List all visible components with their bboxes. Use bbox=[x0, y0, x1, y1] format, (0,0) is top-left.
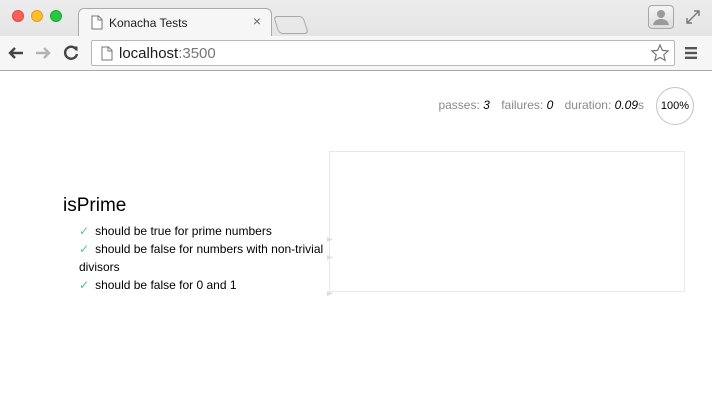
tab-close-icon[interactable]: × bbox=[253, 14, 261, 28]
reload-icon[interactable] bbox=[62, 44, 80, 62]
spec-label: should be true for prime numbers bbox=[95, 224, 272, 238]
new-tab-button[interactable] bbox=[273, 16, 309, 34]
passes-count: 3 bbox=[483, 98, 490, 112]
check-icon: ✓ bbox=[79, 278, 90, 292]
duration-value: 0.09 bbox=[614, 98, 638, 112]
browser-toolbar: localhost:3500 bbox=[0, 36, 712, 70]
spec-item[interactable]: ✓ should be true for prime numbers bbox=[79, 222, 333, 242]
url-port: :3500 bbox=[178, 45, 216, 62]
spec-label: should be false for 0 and 1 bbox=[95, 278, 237, 292]
replay-arrow-icon[interactable] bbox=[327, 247, 333, 260]
test-stats: passes: 3 failures: 0 duration: 0.09s bbox=[0, 98, 644, 112]
replay-arrow-icon[interactable] bbox=[327, 229, 333, 242]
browser-tab[interactable]: Konacha Tests × bbox=[78, 8, 272, 36]
fullscreen-icon[interactable] bbox=[684, 8, 702, 26]
spec-item[interactable]: ✓ should be false for numbers with non-tr… bbox=[79, 240, 333, 276]
forward-arrow-icon[interactable] bbox=[34, 44, 52, 62]
progress-indicator: 100% bbox=[656, 87, 694, 125]
failures-count: 0 bbox=[546, 98, 554, 112]
window-close-button[interactable] bbox=[12, 10, 24, 22]
duration-label: duration: bbox=[564, 98, 612, 112]
browser-chrome: Konacha Tests × localhost:3500 bbox=[0, 0, 712, 71]
page-icon bbox=[91, 15, 103, 35]
spec-list: ✓ should be true for prime numbers ✓ shoul… bbox=[79, 222, 333, 296]
tab-title: Konacha Tests bbox=[109, 16, 188, 30]
person-icon bbox=[653, 10, 669, 25]
replay-arrow-icon[interactable] bbox=[327, 283, 333, 296]
failures-stat[interactable]: failures: 0 bbox=[501, 98, 553, 112]
url-host: localhost bbox=[119, 45, 179, 62]
passes-label: passes: bbox=[438, 98, 480, 112]
url-text[interactable]: localhost:3500 bbox=[119, 45, 216, 62]
address-bar[interactable]: localhost:3500 bbox=[91, 40, 675, 66]
window-maximize-button[interactable] bbox=[50, 10, 62, 22]
bookmark-star-icon[interactable] bbox=[650, 43, 670, 63]
page-icon bbox=[101, 46, 113, 66]
spec-label: should be false for numbers with non-tri… bbox=[79, 242, 324, 274]
check-icon: ✓ bbox=[79, 242, 90, 256]
failures-label: failures: bbox=[501, 98, 544, 112]
back-arrow-icon[interactable] bbox=[7, 44, 25, 62]
check-icon: ✓ bbox=[79, 224, 90, 238]
profile-button[interactable] bbox=[648, 5, 674, 29]
spec-item[interactable]: ✓ should be false for 0 and 1 bbox=[79, 276, 333, 296]
suite-title[interactable]: isPrime bbox=[63, 195, 126, 217]
duration-stat: duration: 0.09s bbox=[565, 98, 644, 112]
window-minimize-button[interactable] bbox=[31, 10, 43, 22]
passes-stat[interactable]: passes: 3 bbox=[438, 98, 489, 112]
duration-unit: s bbox=[638, 98, 644, 112]
menu-icon[interactable] bbox=[684, 46, 698, 60]
test-iframe bbox=[329, 151, 685, 292]
